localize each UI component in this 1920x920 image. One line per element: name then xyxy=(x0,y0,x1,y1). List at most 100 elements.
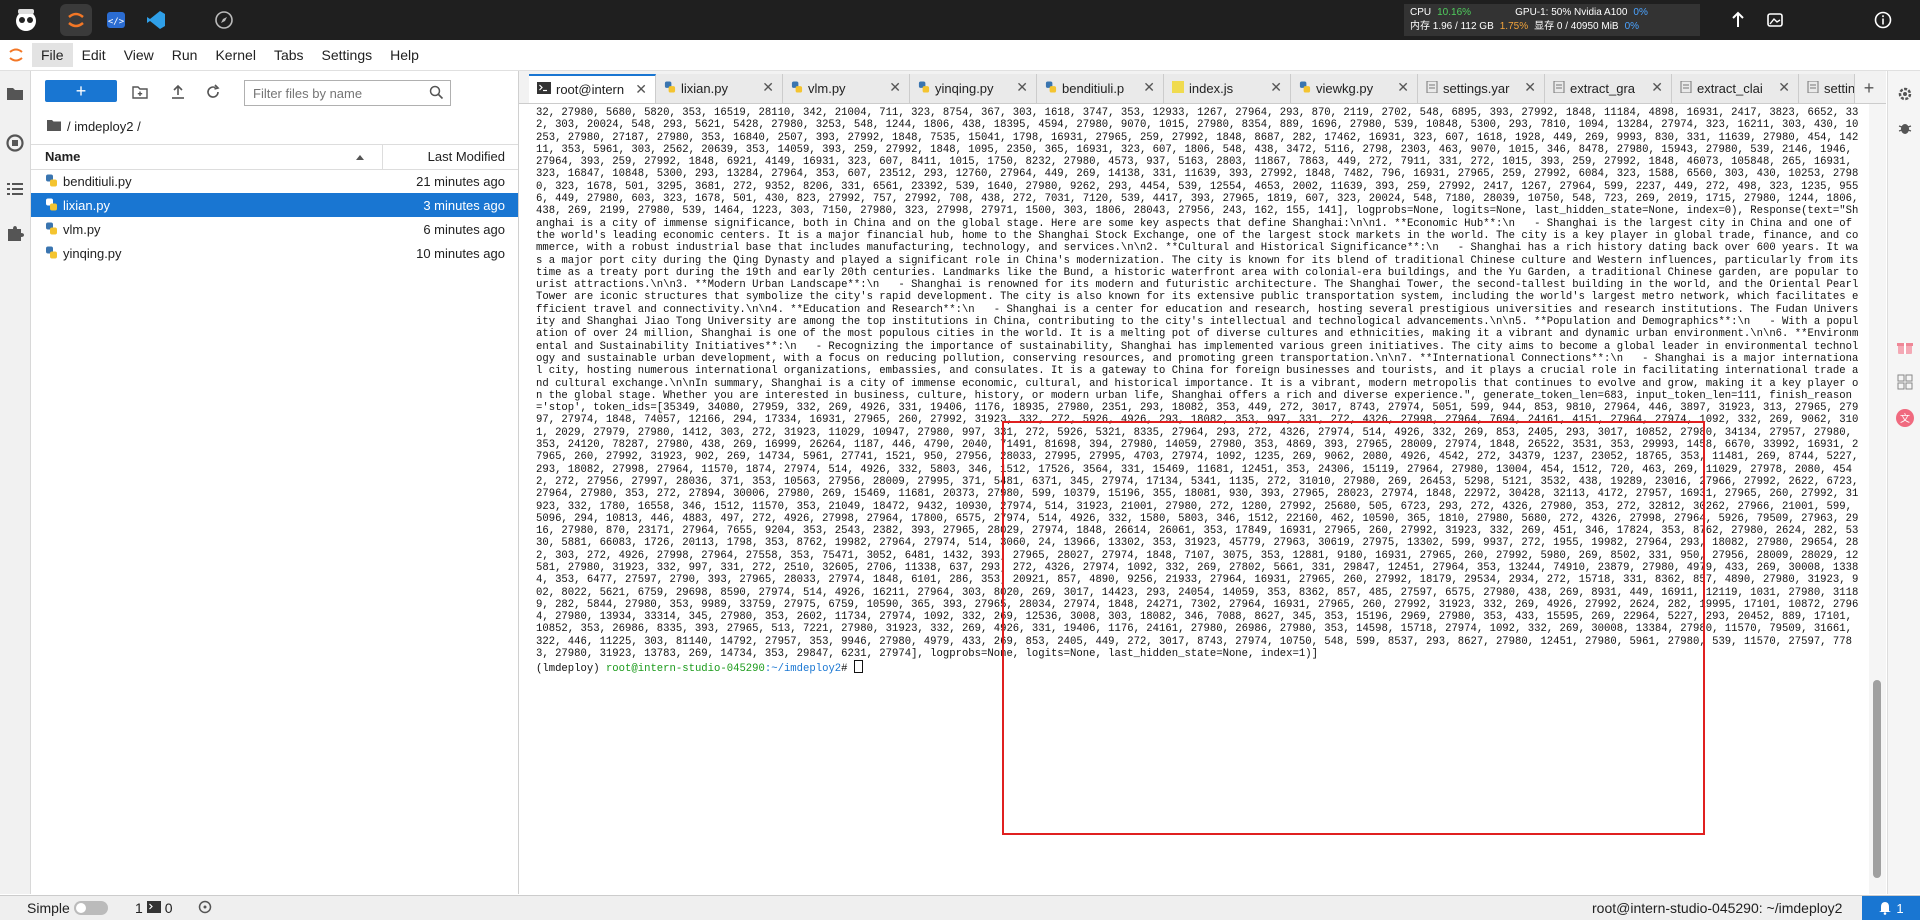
toggle-switch[interactable] xyxy=(73,901,108,915)
tab-benditiuli[interactable]: benditiuli.p ✕ xyxy=(1037,74,1164,103)
menu-file[interactable]: File xyxy=(32,43,73,67)
file-row[interactable]: vlm.py 6 minutes ago xyxy=(31,217,518,241)
tab-lixian[interactable]: lixian.py ✕ xyxy=(656,74,783,103)
tab-extract-graph[interactable]: extract_gra ✕ xyxy=(1545,74,1672,103)
close-icon[interactable]: ✕ xyxy=(762,79,774,96)
running-kernels-icon[interactable] xyxy=(5,133,25,153)
notification-bell-icon[interactable]: 1 xyxy=(1862,896,1920,920)
close-icon[interactable]: ✕ xyxy=(1524,79,1536,96)
apps-grid-icon[interactable] xyxy=(1894,371,1916,393)
resource-metrics: CPU 10.16% GPU-1: 50% Nvidia A100 0% 内存 … xyxy=(1404,4,1700,36)
close-icon[interactable]: ✕ xyxy=(1397,79,1409,96)
jupyter-app-icon[interactable] xyxy=(60,4,92,36)
robot-logo-icon[interactable] xyxy=(10,4,42,36)
kernel-status-icon[interactable] xyxy=(198,900,212,914)
new-launcher-button[interactable]: + xyxy=(45,80,117,102)
main-dock-panel: root@intern ✕ lixian.py ✕ vlm.py ✕ yinqi… xyxy=(519,71,1886,894)
image-viewer-icon[interactable] xyxy=(1763,8,1787,32)
file-modified: 10 minutes ago xyxy=(416,246,505,261)
close-icon[interactable]: ✕ xyxy=(1270,79,1282,96)
column-divider[interactable] xyxy=(382,145,383,169)
python-file-icon xyxy=(791,81,803,96)
translate-icon[interactable]: 文 xyxy=(1894,407,1916,429)
metrics-row-1: CPU 10.16% GPU-1: 50% Nvidia A100 0% xyxy=(1410,6,1694,20)
terminal-count[interactable]: 1 0 xyxy=(135,900,173,916)
gpu-value: 0% xyxy=(1633,7,1648,18)
gift-icon[interactable] xyxy=(1894,336,1916,358)
refresh-icon[interactable] xyxy=(202,81,224,103)
add-tab-button[interactable]: + xyxy=(1858,77,1880,99)
close-icon[interactable]: ✕ xyxy=(635,81,647,98)
upload-arrow-icon[interactable] xyxy=(1726,8,1750,32)
column-name-header[interactable]: Name xyxy=(45,149,80,164)
breadcrumb-path[interactable]: / imdeploy2 / xyxy=(67,119,141,134)
simple-mode-toggle[interactable]: Simple xyxy=(27,900,108,916)
sort-ascending-icon[interactable] xyxy=(355,149,365,164)
debugger-bug-icon[interactable] xyxy=(1894,117,1916,139)
tab-settings-yaml[interactable]: settings.yar ✕ xyxy=(1418,74,1545,103)
vram-value: 0% xyxy=(1624,21,1640,32)
yaml-file-icon xyxy=(1807,80,1819,96)
vscode-app-icon[interactable] xyxy=(140,4,172,36)
tab-settings-old[interactable]: settings_olc xyxy=(1799,74,1855,103)
scrollbar-thumb[interactable] xyxy=(1873,680,1881,878)
close-icon[interactable]: ✕ xyxy=(1778,79,1790,96)
file-row[interactable]: yinqing.py 10 minutes ago xyxy=(31,241,518,265)
file-modified: 21 minutes ago xyxy=(416,174,505,189)
yaml-file-icon xyxy=(1426,80,1438,96)
extensions-puzzle-icon[interactable] xyxy=(5,223,25,243)
tab-label: root@intern xyxy=(556,82,625,97)
tab-viewkg[interactable]: viewkg.py ✕ xyxy=(1291,74,1418,103)
right-sidebar: 文 xyxy=(1887,71,1920,894)
menu-settings[interactable]: Settings xyxy=(313,43,382,67)
tab-label: extract_clai xyxy=(1697,81,1763,96)
folder-small-icon[interactable] xyxy=(47,119,61,134)
tab-terminal[interactable]: root@intern ✕ xyxy=(529,74,656,103)
upload-icon[interactable] xyxy=(167,81,189,103)
close-icon[interactable]: ✕ xyxy=(1143,79,1155,96)
code-app-icon[interactable]: </> xyxy=(100,4,132,36)
file-filter-input[interactable] xyxy=(245,81,425,105)
file-browser: + / imdeploy2 / Name Last Modified xyxy=(31,71,519,894)
python-file-icon xyxy=(1045,81,1057,96)
tab-yinqing[interactable]: yinqing.py ✕ xyxy=(910,74,1037,103)
folder-icon[interactable] xyxy=(5,83,25,103)
menu-edit[interactable]: Edit xyxy=(73,43,115,67)
table-of-contents-icon[interactable] xyxy=(5,179,25,199)
close-icon[interactable]: ✕ xyxy=(1016,79,1028,96)
info-icon[interactable] xyxy=(1871,8,1895,32)
tab-label: yinqing.py xyxy=(935,81,994,96)
file-name: lixian.py xyxy=(63,198,110,213)
cpu-value: 10.16% xyxy=(1437,7,1472,18)
menu-run[interactable]: Run xyxy=(163,43,207,67)
menu-tabs[interactable]: Tabs xyxy=(265,43,313,67)
close-icon[interactable]: ✕ xyxy=(1651,79,1663,96)
file-filter-search xyxy=(244,80,451,106)
new-folder-icon[interactable] xyxy=(129,81,151,103)
text-file-icon xyxy=(1680,80,1692,96)
tab-bar: root@intern ✕ lixian.py ✕ vlm.py ✕ yinqi… xyxy=(519,71,1886,104)
terminal-view[interactable]: 32, 27980, 5680, 5820, 353, 16519, 28110… xyxy=(519,104,1869,894)
tab-index-js[interactable]: index.js ✕ xyxy=(1164,74,1291,103)
menu-view[interactable]: View xyxy=(115,43,163,67)
menubar: File Edit View Run Kernel Tabs Settings … xyxy=(0,40,1920,71)
column-modified-header[interactable]: Last Modified xyxy=(428,149,505,164)
tab-extract-claims[interactable]: extract_clai ✕ xyxy=(1672,74,1799,103)
close-icon[interactable]: ✕ xyxy=(889,79,901,96)
tab-label: settings_olc xyxy=(1824,81,1854,96)
python-file-icon xyxy=(45,174,58,190)
python-file-icon xyxy=(664,81,676,96)
vram-label: 显存 0 / 40950 MiB xyxy=(1534,21,1619,32)
menu-help[interactable]: Help xyxy=(381,43,428,67)
terminal-scrollbar[interactable] xyxy=(1869,104,1886,894)
menu-kernel[interactable]: Kernel xyxy=(206,43,264,67)
file-row[interactable]: benditiuli.py 21 minutes ago xyxy=(31,169,518,193)
file-row[interactable]: lixian.py 3 minutes ago xyxy=(31,193,518,217)
terminal-output: 32, 27980, 5680, 5820, 353, 16519, 28110… xyxy=(536,107,1862,676)
terminal-small-icon xyxy=(146,900,161,916)
file-list-header: Name Last Modified xyxy=(31,144,518,170)
tab-label: index.js xyxy=(1189,81,1234,96)
tab-vlm[interactable]: vlm.py ✕ xyxy=(783,74,910,103)
compass-icon[interactable] xyxy=(208,4,240,36)
settings-gear-icon[interactable] xyxy=(1894,83,1916,105)
